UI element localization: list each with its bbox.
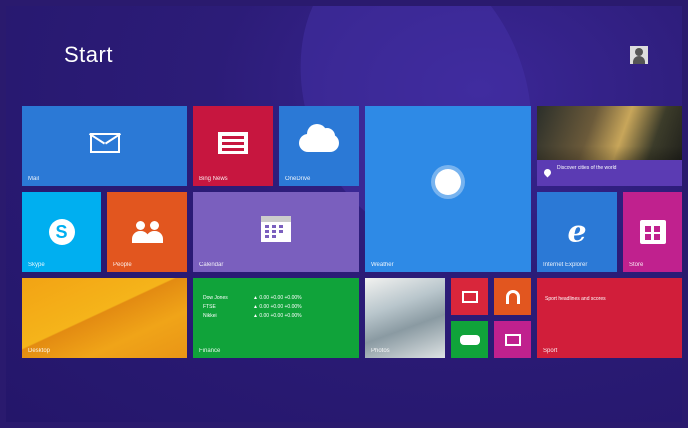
tile-skype[interactable]: S Skype: [22, 192, 101, 272]
people-icon: [130, 221, 164, 243]
headphones-icon: [505, 289, 520, 304]
finance-row-name: FTSE: [203, 304, 216, 310]
tile-photos[interactable]: Photos: [365, 278, 445, 358]
tile-finance[interactable]: Dow Jones FTSE Nikkei ▲ 0.00 +0.00 +0.00…: [193, 278, 359, 358]
gamepad-icon: [459, 334, 480, 345]
finance-row-value: ▲ 0.00 +0.00 +0.00%: [253, 295, 302, 301]
store-icon: [639, 220, 666, 244]
finance-index-names: Dow Jones FTSE Nikkei: [203, 294, 228, 321]
tile-desktop[interactable]: Desktop: [22, 278, 187, 358]
tile-games[interactable]: [451, 321, 488, 358]
page-title: Start: [64, 42, 113, 67]
tile-travel[interactable]: Discover cities of the world: [537, 106, 682, 186]
tile-label: Bing News: [199, 176, 228, 182]
tile-label: Calendar: [199, 262, 224, 268]
camera-icon: [504, 333, 521, 346]
tile-store[interactable]: Store: [623, 192, 682, 272]
tile-label: Photos: [371, 348, 390, 354]
tile-music[interactable]: [494, 278, 531, 315]
finance-row-name: Nikkei: [203, 313, 217, 319]
tile-internet-explorer[interactable]: e Internet Explorer: [537, 192, 617, 272]
finance-row-name: Dow Jones: [203, 295, 228, 301]
calendar-icon: [261, 215, 291, 242]
tile-label: Skype: [28, 262, 45, 268]
video-icon: [461, 290, 478, 303]
tile-onedrive[interactable]: OneDrive: [279, 106, 359, 186]
finance-index-values: ▲ 0.00 +0.00 +0.00% ▲ 0.00 +0.00 +0.00% …: [253, 294, 302, 321]
travel-caption-bar: Discover cities of the world: [537, 160, 682, 186]
tile-label: Desktop: [28, 348, 51, 354]
newspaper-icon: [218, 131, 248, 154]
tile-mail[interactable]: Mail: [22, 106, 187, 186]
tile-video[interactable]: [451, 278, 488, 315]
tile-label: Finance: [199, 348, 221, 354]
tile-label: Sport: [543, 348, 558, 354]
envelope-icon: [89, 132, 120, 153]
tile-label: OneDrive: [285, 176, 311, 182]
tile-people[interactable]: People: [107, 192, 187, 272]
tile-label: People: [113, 262, 132, 268]
tile-calendar[interactable]: Calendar: [193, 192, 359, 272]
cloud-icon: [299, 123, 339, 152]
user-avatar-icon[interactable]: [630, 46, 648, 64]
tile-news[interactable]: Bing News: [193, 106, 273, 186]
location-pin-icon: [542, 167, 553, 178]
sun-icon: [435, 169, 461, 196]
start-screen: Start Mail Bing News OneDrive Weather Di…: [6, 6, 682, 422]
skype-icon: S: [48, 219, 75, 245]
user-account[interactable]: [626, 46, 648, 64]
tile-label: Mail: [28, 176, 40, 182]
tile-label: Store: [629, 262, 644, 268]
finance-row-value: ▲ 0.00 +0.00 +0.00%: [253, 313, 302, 319]
sport-caption: Sport headlines and scores: [545, 296, 606, 302]
tile-label: Weather: [371, 262, 394, 268]
tile-sport[interactable]: Sport headlines and scores Sport: [537, 278, 682, 358]
tile-weather[interactable]: Weather: [365, 106, 531, 272]
finance-row-value: ▲ 0.00 +0.00 +0.00%: [253, 304, 302, 310]
tile-camera[interactable]: [494, 321, 531, 358]
internet-explorer-icon: e: [567, 214, 587, 250]
travel-caption: Discover cities of the world: [557, 165, 617, 171]
tile-label: Internet Explorer: [543, 262, 588, 268]
